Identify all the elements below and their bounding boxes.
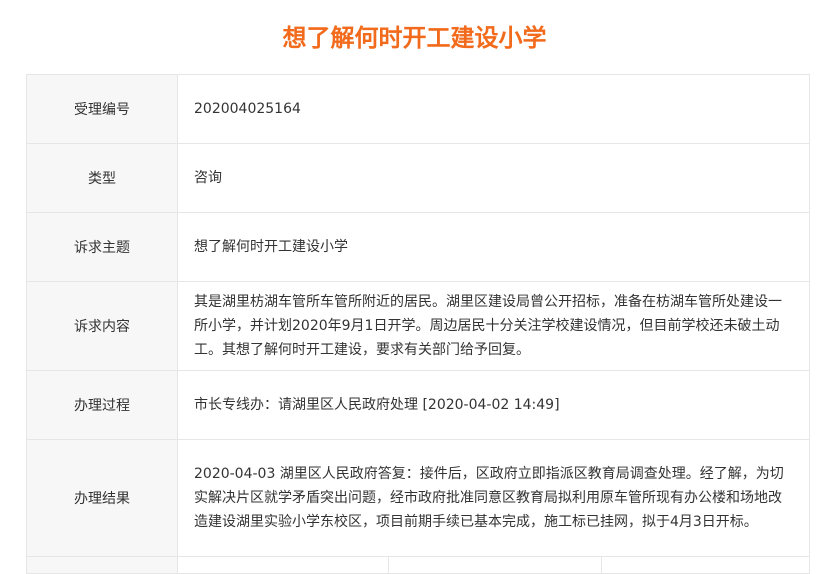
table-row-ticket-number: 受理编号 202004025164	[26, 74, 810, 144]
table-row-subject: 诉求主题 想了解何时开工建设小学	[26, 212, 810, 282]
table-row-type: 类型 咨询	[26, 143, 810, 213]
ticket-number-label: 受理编号	[26, 74, 178, 144]
result-label: 办理结果	[26, 439, 178, 557]
content-label: 诉求内容	[26, 281, 178, 371]
table-row-content: 诉求内容 其是湖里枋湖车管所车管所附近的居民。湖里区建设局曾公开招标，准备在枋湖…	[26, 281, 810, 371]
type-value: 咨询	[177, 143, 810, 213]
partial-row-dividers	[178, 557, 809, 573]
partial-cell-left	[26, 556, 178, 574]
partial-cell-right	[177, 556, 810, 574]
record-table: 受理编号 202004025164 类型 咨询 诉求主题 想了解何时开工建设小学…	[26, 74, 810, 574]
process-value: 市长专线办：请湖里区人民政府处理 [2020-04-02 14:49]	[177, 370, 810, 440]
table-row-process: 办理过程 市长专线办：请湖里区人民政府处理 [2020-04-02 14:49]	[26, 370, 810, 440]
table-row-result: 办理结果 2020-04-03 湖里区人民政府答复：接件后，区政府立即指派区教育…	[26, 439, 810, 557]
type-label: 类型	[26, 143, 178, 213]
content-value: 其是湖里枋湖车管所车管所附近的居民。湖里区建设局曾公开招标，准备在枋湖车管所处建…	[177, 281, 810, 371]
subject-label: 诉求主题	[26, 212, 178, 282]
result-value: 2020-04-03 湖里区人民政府答复：接件后，区政府立即指派区教育局调查处理…	[177, 439, 810, 557]
ticket-number-value: 202004025164	[177, 74, 810, 144]
partial-divider-1	[178, 557, 389, 573]
process-label: 办理过程	[26, 370, 178, 440]
page-title: 想了解何时开工建设小学	[282, 24, 547, 52]
subject-value: 想了解何时开工建设小学	[177, 212, 810, 282]
partial-divider-2	[389, 557, 602, 573]
table-row-partial	[26, 556, 810, 574]
